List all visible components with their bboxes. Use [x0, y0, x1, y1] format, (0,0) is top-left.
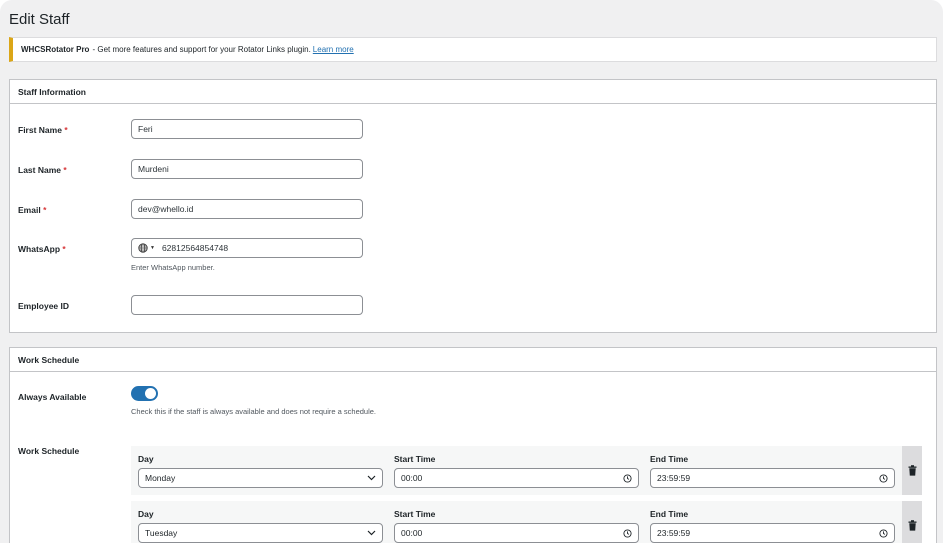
trash-icon: [908, 520, 916, 531]
clock-icon[interactable]: [623, 528, 632, 538]
work-schedule-panel: Work Schedule Always Available Check thi…: [9, 347, 937, 543]
required-mark: *: [63, 165, 67, 175]
work-schedule-heading: Work Schedule: [10, 348, 936, 372]
globe-icon: [138, 243, 148, 253]
end-time-input[interactable]: 23:59:59: [650, 468, 895, 488]
start-time-column: Start Time 00:00: [394, 509, 639, 543]
start-time-input[interactable]: 00:00: [394, 468, 639, 488]
end-time-label: End Time: [650, 509, 689, 519]
day-column: Day Monday: [138, 454, 383, 488]
required-mark: *: [43, 205, 47, 215]
always-available-toggle[interactable]: [131, 386, 158, 401]
employee-id-label: Employee ID: [18, 301, 70, 311]
start-time-label: Start Time: [394, 509, 436, 519]
first-name-input[interactable]: Feri: [131, 119, 363, 139]
last-name-input[interactable]: Murdeni: [131, 159, 363, 179]
always-available-label: Always Available: [18, 392, 87, 402]
whatsapp-value: 62812564854748: [161, 243, 229, 253]
start-time-label: Start Time: [394, 454, 436, 464]
page-title: Edit Staff: [9, 11, 70, 28]
first-name-label: First Name *: [18, 125, 68, 135]
end-time-label: End Time: [650, 454, 689, 464]
schedule-row: Day Monday Start Time 00:00 End Time 23:…: [131, 446, 902, 495]
end-time-input[interactable]: 23:59:59: [650, 523, 895, 543]
day-label: Day: [138, 454, 154, 464]
whatsapp-input[interactable]: ▼ 62812564854748: [131, 238, 363, 258]
start-time-column: Start Time 00:00: [394, 454, 639, 488]
email-label: Email *: [18, 205, 47, 215]
toggle-knob: [145, 388, 156, 399]
notice-text: - Get more features and support for your…: [92, 45, 311, 54]
notice-brand: WHCSRotator Pro: [21, 45, 90, 54]
clock-icon[interactable]: [879, 528, 888, 538]
pro-notice: WHCSRotator Pro - Get more features and …: [9, 37, 937, 62]
start-time-input[interactable]: 00:00: [394, 523, 639, 543]
staff-information-heading: Staff Information: [10, 80, 936, 104]
remove-row-button[interactable]: [902, 501, 922, 543]
end-time-column: End Time 23:59:59: [650, 509, 895, 543]
clock-icon[interactable]: [623, 473, 632, 483]
work-schedule-label: Work Schedule: [18, 446, 80, 456]
day-select[interactable]: Tuesday: [138, 523, 383, 543]
required-mark: *: [62, 244, 66, 254]
schedule-row: Day Tuesday Start Time 00:00 End Time 23…: [131, 501, 902, 543]
always-available-hint: Check this if the staff is always availa…: [131, 407, 377, 416]
whatsapp-hint: Enter WhatsApp number.: [131, 263, 215, 272]
remove-row-button[interactable]: [902, 446, 922, 495]
clock-icon[interactable]: [879, 473, 888, 483]
country-selector[interactable]: ▼: [138, 239, 162, 257]
whatsapp-label: WhatsApp *: [18, 244, 66, 254]
last-name-label: Last Name *: [18, 165, 67, 175]
email-input[interactable]: dev@whello.id: [131, 199, 363, 219]
trash-icon: [908, 465, 916, 476]
end-time-column: End Time 23:59:59: [650, 454, 895, 488]
chevron-down-icon: ▼: [150, 245, 155, 251]
chevron-down-icon: [367, 530, 376, 536]
day-select[interactable]: Monday: [138, 468, 383, 488]
staff-information-panel: Staff Information First Name * Feri Last…: [9, 79, 937, 333]
day-column: Day Tuesday: [138, 509, 383, 543]
learn-more-link[interactable]: Learn more: [313, 45, 354, 54]
chevron-down-icon: [367, 475, 376, 481]
day-label: Day: [138, 509, 154, 519]
admin-frame: Edit Staff WHCSRotator Pro - Get more fe…: [0, 0, 943, 543]
employee-id-input[interactable]: [131, 295, 363, 315]
required-mark: *: [64, 125, 68, 135]
